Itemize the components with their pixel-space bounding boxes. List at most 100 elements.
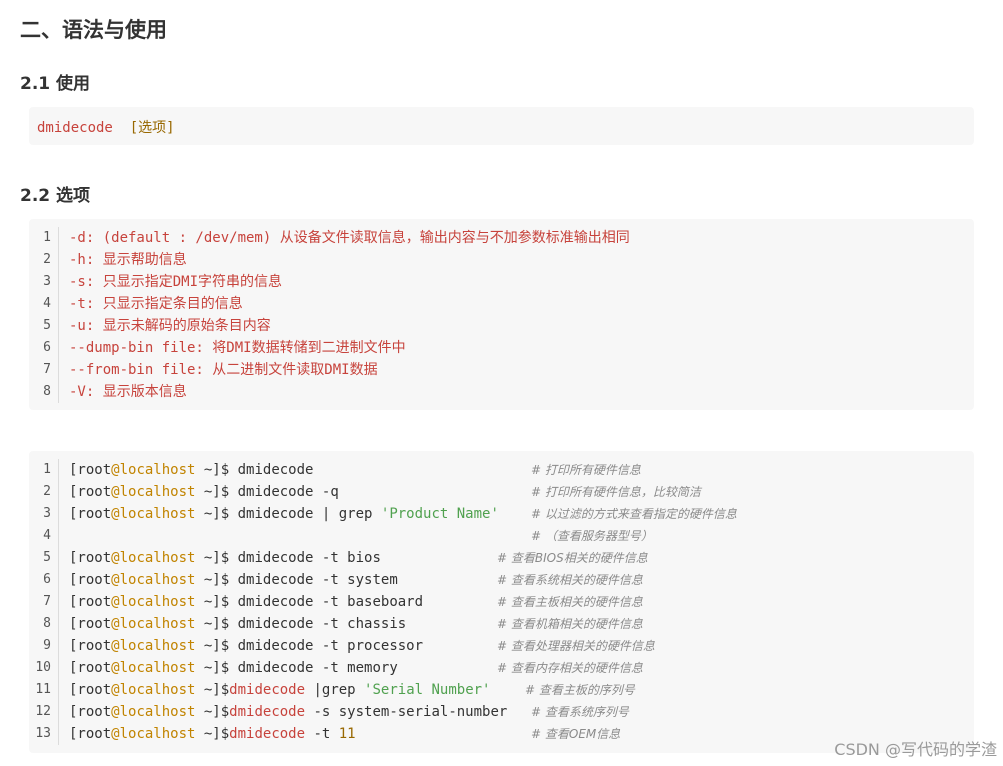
prompt-open: [root (69, 682, 112, 698)
prompt-host: @localhost (111, 726, 196, 742)
command-text: dmidecode | grep (229, 506, 381, 522)
command-text: dmidecode -t baseboard (229, 594, 424, 610)
command-comment: # 查看系统序列号 (531, 705, 629, 719)
prompt-host: @localhost (111, 594, 196, 610)
command-line: [root@localhost ~]$ dmidecode -t system #… (69, 569, 643, 591)
command-text: -t (305, 726, 339, 742)
line-number: 6 (43, 572, 51, 587)
line-number-gutter: 1 2 3 4 5 6 7 8 (29, 227, 59, 403)
prompt-open: [root (69, 506, 112, 522)
prompt-host: @localhost (111, 682, 196, 698)
command-string: 'Product Name' (380, 506, 499, 522)
prompt-host: @localhost (111, 550, 196, 566)
command-text: dmidecode -t bios (229, 550, 381, 566)
command-line: [root@localhost ~]$dmidecode -s system-s… (69, 701, 629, 723)
command-text: dmidecode -q (229, 484, 339, 500)
prompt-open: [root (69, 484, 112, 500)
prompt-open: [root (69, 594, 112, 610)
command-text: -s system-serial-number (305, 704, 508, 720)
command-number: 11 (338, 726, 356, 742)
prompt-open: [root (69, 638, 112, 654)
options-code: -d: (default : /dev/mem) 从设备文件读取信息，输出内容与… (69, 227, 630, 403)
prompt-close: ~]$ (195, 462, 230, 478)
options-code-block: 1 2 3 4 5 6 7 8 -d: (default : /dev/mem) 从设备文件读… (29, 219, 974, 410)
command-text: dmidecode -t chassis (229, 616, 407, 632)
command-comment: # 查看系统相关的硬件信息 (497, 573, 643, 587)
prompt-open: [root (69, 726, 112, 742)
subsection-options-title: 2.2 选项 (20, 186, 91, 206)
command-line: # （查看服务器型号） (69, 525, 653, 547)
commands-code: [root@localhost ~]$ dmidecode # 打印所有硬件信息[… (69, 459, 737, 745)
option-line: -u: 显示未解码的原始条目内容 (69, 318, 271, 334)
line-number: 5 (43, 318, 51, 333)
section-title: 二、语法与使用 (20, 18, 167, 42)
line-number: 5 (43, 550, 51, 565)
prompt-close: ~]$ (195, 660, 230, 676)
command-string: 'Serial Number' (364, 682, 491, 698)
usage-line: dmidecode [选项] (37, 117, 175, 137)
line-number: 7 (43, 594, 51, 609)
line-number: 13 (35, 726, 51, 741)
prompt-open: [root (69, 616, 112, 632)
command-line: [root@localhost ~]$ dmidecode -t chassis… (69, 613, 643, 635)
option-line: -V: 显示版本信息 (69, 384, 187, 400)
prompt-host: @localhost (111, 660, 196, 676)
line-number: 3 (43, 274, 51, 289)
prompt-host: @localhost (111, 704, 196, 720)
command-text: dmidecode (229, 462, 314, 478)
line-number: 2 (43, 484, 51, 499)
prompt-close: ~]$ (195, 484, 230, 500)
prompt-host: @localhost (111, 484, 196, 500)
watermark: CSDN @写代码的学渣 (834, 740, 997, 759)
prompt-open: [root (69, 462, 112, 478)
command-comment: # 打印所有硬件信息 (531, 463, 641, 477)
prompt-close: ~]$ (195, 682, 230, 698)
command-line: [root@localhost ~]$dmidecode -t 11 # 查看OE… (69, 723, 620, 745)
prompt-host: @localhost (111, 638, 196, 654)
command-line: [root@localhost ~]$ dmidecode # 打印所有硬件信息 (69, 459, 641, 481)
commands-code-block: 1 2 3 4 5 6 7 8 9 10 11 12 13 [root@localhost ~]$ dm… (29, 451, 974, 753)
prompt-host: @localhost (111, 506, 196, 522)
line-number: 8 (43, 384, 51, 399)
line-number: 10 (35, 660, 51, 675)
line-number: 4 (43, 296, 51, 311)
prompt-close: ~]$ (195, 638, 230, 654)
command-comment: # 以过滤的方式来查看指定的硬件信息 (531, 507, 737, 521)
prompt-close: ~]$ (195, 594, 230, 610)
option-line: -d: (default : /dev/mem) 从设备文件读取信息，输出内容与… (69, 230, 630, 246)
command-text: dmidecode -t system (229, 572, 398, 588)
command-line: [root@localhost ~]$ dmidecode -t baseboa… (69, 591, 643, 613)
command-comment: # 查看主板相关的硬件信息 (497, 595, 643, 609)
line-number: 6 (43, 340, 51, 355)
command-line: [root@localhost ~]$dmidecode |grep 'Seri… (69, 679, 635, 701)
usage-argument: [选项] (129, 120, 175, 136)
usage-command: dmidecode (37, 120, 113, 136)
option-line: -s: 只显示指定DMI字符串的信息 (69, 274, 283, 290)
line-number: 9 (43, 638, 51, 653)
command-text: dmidecode -t processor (229, 638, 424, 654)
line-number: 2 (43, 252, 51, 267)
prompt-open: [root (69, 660, 112, 676)
command-comment: # 查看内存相关的硬件信息 (497, 661, 643, 675)
command-keyword: dmidecode (229, 726, 306, 742)
prompt-close: ~]$ (195, 616, 230, 632)
option-line: -t: 只显示指定条目的信息 (69, 296, 243, 312)
command-text: dmidecode -t memory (229, 660, 398, 676)
command-comment: # 查看主板的序列号 (525, 683, 635, 697)
command-comment: # 查看机箱相关的硬件信息 (497, 617, 643, 631)
line-number: 1 (43, 462, 51, 477)
prompt-close: ~]$ (195, 572, 230, 588)
command-comment: # 查看处理器相关的硬件信息 (497, 639, 655, 653)
prompt-close: ~]$ (195, 726, 230, 742)
line-number: 7 (43, 362, 51, 377)
command-line: [root@localhost ~]$ dmidecode -t memory #… (69, 657, 643, 679)
line-number-gutter: 1 2 3 4 5 6 7 8 9 10 11 12 13 (29, 459, 59, 745)
subsection-usage-title: 2.1 使用 (20, 74, 91, 94)
prompt-close: ~]$ (195, 506, 230, 522)
prompt-host: @localhost (111, 462, 196, 478)
command-line: [root@localhost ~]$ dmidecode -t bios # 查… (69, 547, 648, 569)
prompt-host: @localhost (111, 572, 196, 588)
line-number: 1 (43, 230, 51, 245)
line-number: 11 (35, 682, 51, 697)
option-line: -h: 显示帮助信息 (69, 252, 187, 268)
